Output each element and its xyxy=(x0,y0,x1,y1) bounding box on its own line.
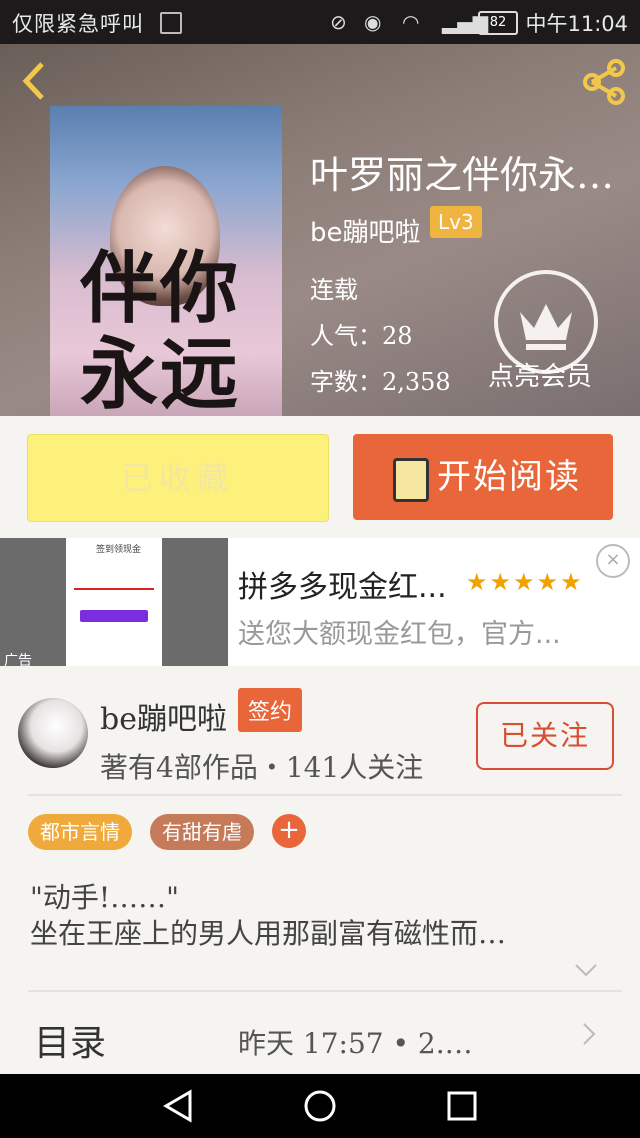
back-nav-icon[interactable] xyxy=(160,1088,196,1128)
book-cover[interactable]: 伴你 永远 xyxy=(50,106,282,416)
author-name[interactable]: be蹦吧啦 xyxy=(100,694,227,738)
tag-chip[interactable]: 有甜有虐 xyxy=(150,814,254,850)
collected-button[interactable]: 已收藏 xyxy=(27,434,329,522)
clock: 中午11:04 xyxy=(525,12,628,36)
cover-title: 伴你 永远 xyxy=(80,243,241,417)
signed-badge: 签约 xyxy=(238,688,303,732)
follow-button[interactable]: 已关注 xyxy=(476,702,614,770)
wifi-icon: ◠ xyxy=(402,10,420,34)
divider xyxy=(28,794,622,796)
ad-phone-button xyxy=(80,610,148,622)
eye-icon: ◉ xyxy=(364,10,382,34)
ad-description: 送您大额现金红包，官方... xyxy=(238,619,561,650)
book-title: 叶罗丽之伴你永… xyxy=(310,153,615,197)
book-author[interactable]: be蹦吧啦 xyxy=(310,212,421,249)
author-info: 著有4部作品・141人关注 xyxy=(100,751,424,784)
ad-banner[interactable]: 签到领现金 广告 拼多多现金红... ★★★★★ 送您大额现金红包，官方... … xyxy=(0,538,640,669)
book-icon xyxy=(393,458,429,502)
ad-title: 拼多多现金红... xyxy=(238,570,447,605)
image-notification-icon xyxy=(160,12,182,34)
ad-phone-screen: 签到领现金 xyxy=(66,538,162,666)
ad-phone-title: 签到领现金 xyxy=(96,545,142,555)
battery-icon: 82 xyxy=(478,11,518,35)
book-word-count: 字数：2,358 xyxy=(310,368,451,396)
chevron-right-icon[interactable] xyxy=(582,1022,596,1053)
add-tag-button[interactable]: + xyxy=(272,814,306,848)
close-icon[interactable]: × xyxy=(596,544,630,578)
toc-label[interactable]: 目录 xyxy=(34,1014,106,1066)
ad-tag: 广告 xyxy=(4,653,32,669)
tag-chip[interactable]: 都市言情 xyxy=(28,814,132,850)
mute-icon: ⊘ xyxy=(330,10,347,34)
vip-label[interactable]: 点亮会员 xyxy=(488,356,592,393)
carrier-text: 仅限紧急呼叫 xyxy=(12,12,144,36)
avatar[interactable] xyxy=(18,698,88,768)
ad-image: 签到领现金 广告 xyxy=(0,538,228,669)
start-reading-label: 开始阅读 xyxy=(437,457,581,497)
recents-nav-icon[interactable] xyxy=(446,1090,478,1126)
book-popularity: 人气：28 xyxy=(310,322,413,350)
back-arrow-icon[interactable] xyxy=(18,58,48,111)
toc-update-time[interactable]: 昨天 17:57 • 2.… xyxy=(238,1022,473,1062)
home-nav-icon[interactable] xyxy=(302,1088,338,1128)
ad-rating-stars: ★★★★★ xyxy=(466,568,584,596)
navigation-bar xyxy=(0,1074,640,1138)
author-level-badge: Lv3 xyxy=(430,206,482,238)
status-bar: 仅限紧急呼叫 ⊘ ◉ ◠ ▂▄▆ 82 中午11:04 xyxy=(0,0,640,44)
book-header: 伴你 永远 叶罗丽之伴你永… be蹦吧啦 Lv3 连载 人气：28 字数：2,3… xyxy=(0,44,640,416)
ad-phone-line xyxy=(74,588,154,590)
start-reading-button[interactable]: 开始阅读 xyxy=(353,434,613,520)
divider xyxy=(28,990,622,992)
book-status: 连载 xyxy=(310,276,358,304)
share-icon[interactable] xyxy=(580,58,628,106)
synopsis[interactable]: "动手!……" 坐在王座上的男人用那副富有磁性而… xyxy=(30,880,506,952)
chevron-down-icon[interactable] xyxy=(574,958,598,983)
